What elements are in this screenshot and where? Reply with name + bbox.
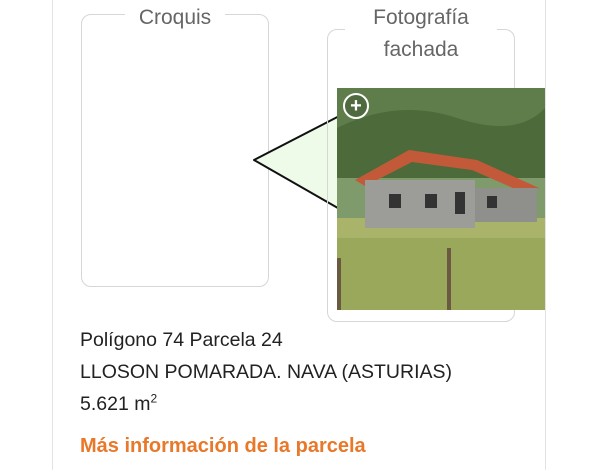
sketch-panel: Croquis bbox=[81, 0, 401, 287]
parcel-info: Polígono 74 Parcela 24 LLOSON POMARADA. … bbox=[80, 324, 452, 420]
parcel-area: 5.621 m2 bbox=[80, 388, 452, 420]
zoom-in-icon[interactable]: + bbox=[343, 93, 369, 119]
parcel-polygon-label: Polígono 74 Parcela 24 bbox=[80, 329, 283, 351]
photo-panel: Fotografía fachada + bbox=[327, 0, 545, 322]
facade-photo[interactable]: + bbox=[337, 88, 545, 310]
parcel-location: LLOSON POMARADA. NAVA (ASTURIAS) bbox=[80, 361, 453, 383]
more-info-link[interactable]: Más información de la parcela bbox=[80, 435, 366, 458]
parcel-area-value: 5.621 m bbox=[80, 393, 151, 415]
photo-caption: Fotografía fachada bbox=[345, 2, 497, 66]
parcel-area-exponent: 2 bbox=[150, 391, 158, 406]
